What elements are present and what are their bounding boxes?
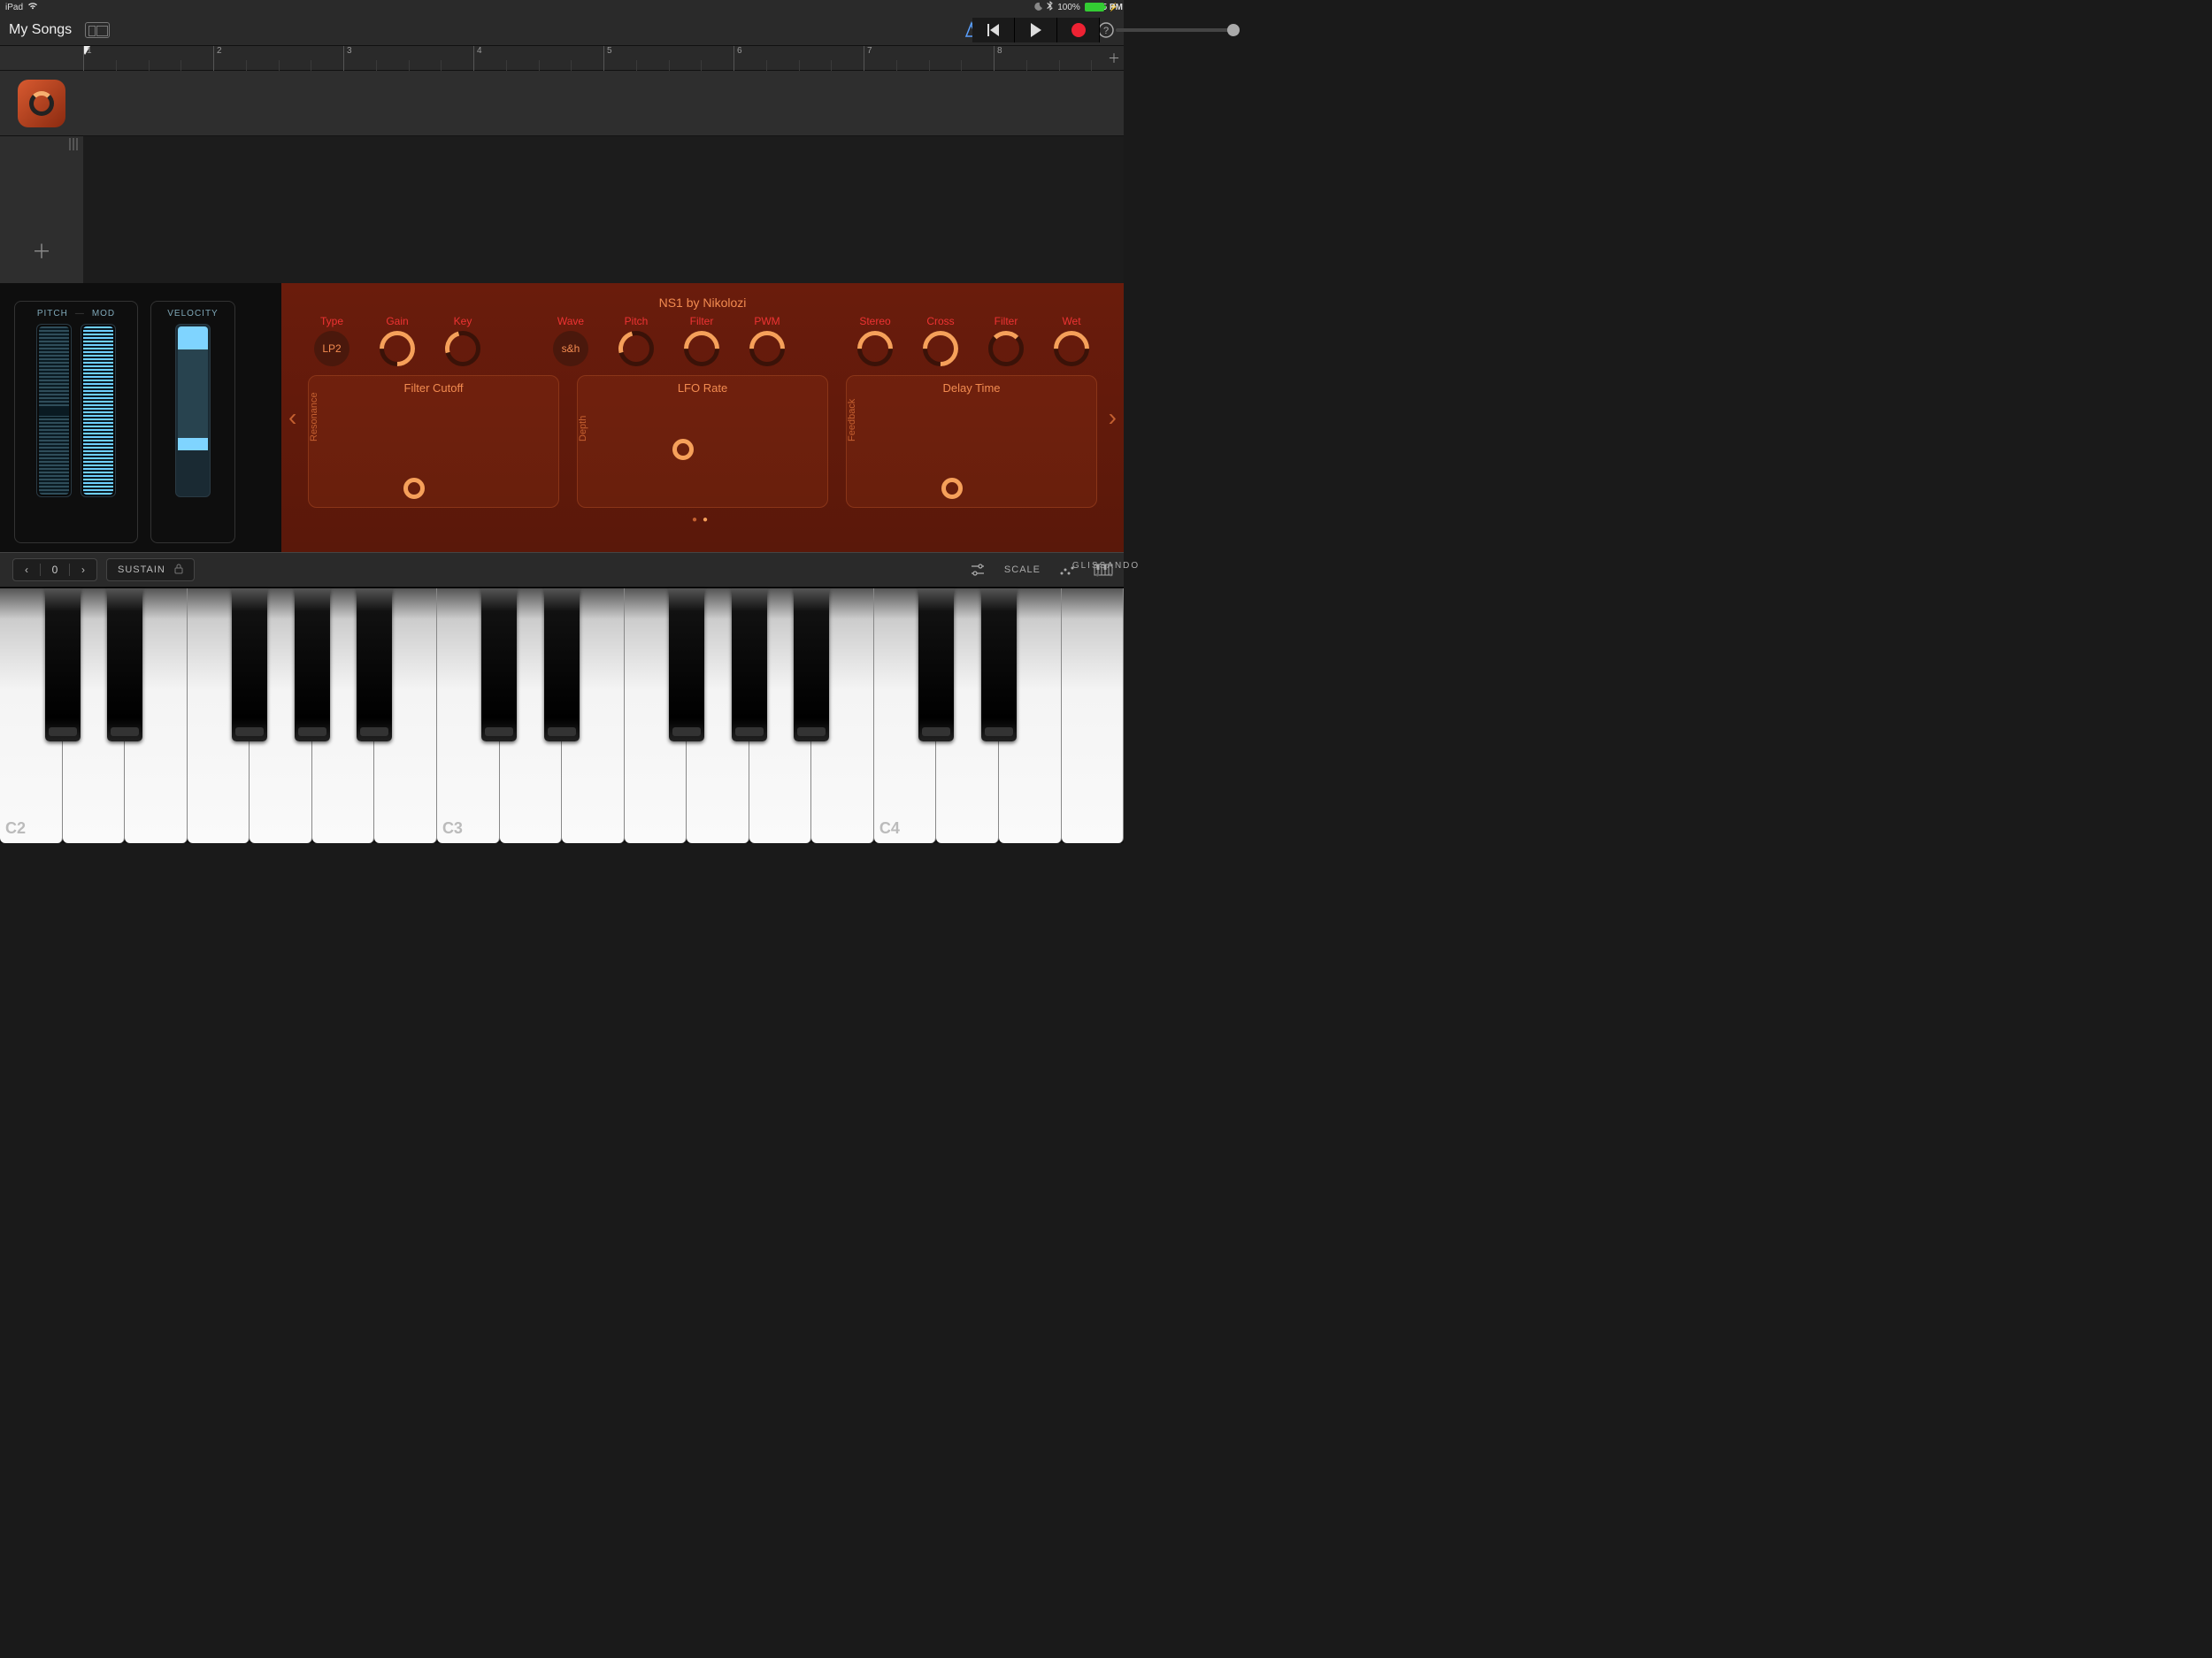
track-lane-1[interactable] — [83, 71, 1124, 136]
bar-mark: 2 — [213, 46, 222, 71]
battery-icon — [1085, 3, 1104, 12]
scale-button[interactable]: SCALE — [1004, 564, 1041, 575]
black-key[interactable] — [544, 588, 580, 741]
octave-up-button[interactable]: › — [70, 564, 96, 576]
lock-icon — [174, 564, 183, 577]
tracks-area: ＋ 1 2 3 4 5 6 7 8 ＋ — [0, 46, 1124, 283]
bar-mark: 5 — [603, 46, 612, 71]
left-controls: PITCH — MOD VELOCITY — [0, 283, 281, 552]
knob-cross[interactable]: Cross — [917, 315, 964, 366]
battery-pct: 100% — [1057, 3, 1080, 12]
black-key[interactable] — [794, 588, 829, 741]
timeline[interactable]: 1 2 3 4 5 6 7 8 ＋ — [83, 46, 1124, 283]
sustain-button[interactable]: SUSTAIN — [106, 558, 195, 581]
synth-panel: ‹ › NS1 by Nikolozi Type LP2 Gain Key Wa… — [281, 283, 1124, 552]
keyboard-settings-icon[interactable] — [969, 563, 987, 577]
black-key[interactable] — [669, 588, 704, 741]
track-header-1[interactable] — [0, 71, 83, 136]
black-key[interactable] — [732, 588, 767, 741]
play-button[interactable] — [1015, 18, 1057, 42]
white-key[interactable] — [1062, 588, 1125, 843]
xy-pad-filter[interactable]: Filter Cutoff Resonance — [308, 375, 559, 508]
black-key[interactable] — [232, 588, 267, 741]
pitch-label: PITCH — [37, 309, 68, 319]
knob-type[interactable]: Type LP2 — [308, 315, 356, 366]
velocity-slider[interactable] — [175, 324, 211, 497]
knob-wave[interactable]: Wave s&h — [547, 315, 595, 366]
dnd-icon — [1033, 2, 1042, 13]
bar-mark: 8 — [994, 46, 1002, 71]
keyboard-toolbar: ‹ 0 › SUSTAIN GLISSANDO ● ○ SCALE — [0, 552, 1124, 587]
mod-label: MOD — [92, 309, 115, 319]
add-bars-button[interactable]: ＋ — [1108, 50, 1120, 67]
keyboard[interactable]: C2 C3 C4 — [0, 587, 1124, 843]
bluetooth-icon — [1047, 1, 1053, 13]
velocity-label: VELOCITY — [167, 309, 218, 319]
pitch-wheel[interactable] — [36, 324, 72, 497]
instrument-icon — [18, 80, 65, 127]
wifi-icon — [27, 2, 38, 12]
device-label: iPad — [5, 3, 23, 12]
instrument-panel: PITCH — MOD VELOCITY ‹ › NS1 by Nikolozi… — [0, 283, 1124, 552]
add-track-button[interactable]: ＋ — [0, 218, 83, 283]
octave-down-button[interactable]: ‹ — [13, 564, 40, 576]
octave-control: ‹ 0 › — [12, 558, 97, 581]
status-bar: iPad 8:55 PM 100% ⚡ — [0, 0, 1124, 14]
black-key[interactable] — [918, 588, 954, 741]
black-key[interactable] — [481, 588, 517, 741]
black-key[interactable] — [357, 588, 392, 741]
transport-controls — [972, 18, 1240, 42]
xy-pad-delay[interactable]: Delay Time Feedback — [846, 375, 1097, 508]
track-resize-handle[interactable] — [0, 136, 83, 152]
bar-mark: 4 — [473, 46, 482, 71]
black-key[interactable] — [295, 588, 330, 741]
knob-key[interactable]: Key — [439, 315, 487, 366]
synth-title: NS1 by Nikolozi — [308, 296, 1097, 310]
next-page-button[interactable]: › — [1109, 403, 1117, 432]
mod-wheel[interactable] — [81, 324, 116, 497]
rewind-button[interactable] — [972, 18, 1015, 42]
bar-mark: 3 — [343, 46, 352, 71]
knob-stereo[interactable]: Stereo — [851, 315, 899, 366]
bar-mark: 6 — [733, 46, 742, 71]
record-button[interactable] — [1057, 18, 1100, 42]
page-indicator[interactable]: ●● — [308, 515, 1097, 525]
volume-slider[interactable] — [1116, 28, 1240, 32]
view-toggle-button[interactable] — [84, 19, 111, 41]
knob-pwm[interactable]: PWM — [743, 315, 791, 366]
songs-button[interactable]: My Songs — [9, 22, 72, 38]
pitch-mod-box: PITCH — MOD — [14, 301, 138, 543]
knob-filter[interactable]: Filter — [678, 315, 726, 366]
knob-wet[interactable]: Wet — [1048, 315, 1095, 366]
ruler[interactable]: 1 2 3 4 5 6 7 8 ＋ — [83, 46, 1124, 71]
octave-value: 0 — [40, 564, 70, 576]
app-toolbar: My Songs ? — [0, 14, 1124, 46]
black-key[interactable] — [45, 588, 81, 741]
black-key[interactable] — [107, 588, 142, 741]
knob-pitch[interactable]: Pitch — [612, 315, 660, 366]
xy-pad-lfo[interactable]: LFO Rate Depth — [577, 375, 828, 508]
black-key[interactable] — [981, 588, 1017, 741]
knob-gain[interactable]: Gain — [373, 315, 421, 366]
bar-mark: 7 — [864, 46, 872, 71]
keyboard-mode[interactable]: GLISSANDO ● ○ — [1072, 561, 1140, 579]
velocity-box: VELOCITY — [150, 301, 235, 543]
bar-mark: 1 — [83, 46, 92, 71]
track-headers: ＋ — [0, 46, 83, 283]
knob-filter2[interactable]: Filter — [982, 315, 1030, 366]
prev-page-button[interactable]: ‹ — [288, 403, 296, 432]
